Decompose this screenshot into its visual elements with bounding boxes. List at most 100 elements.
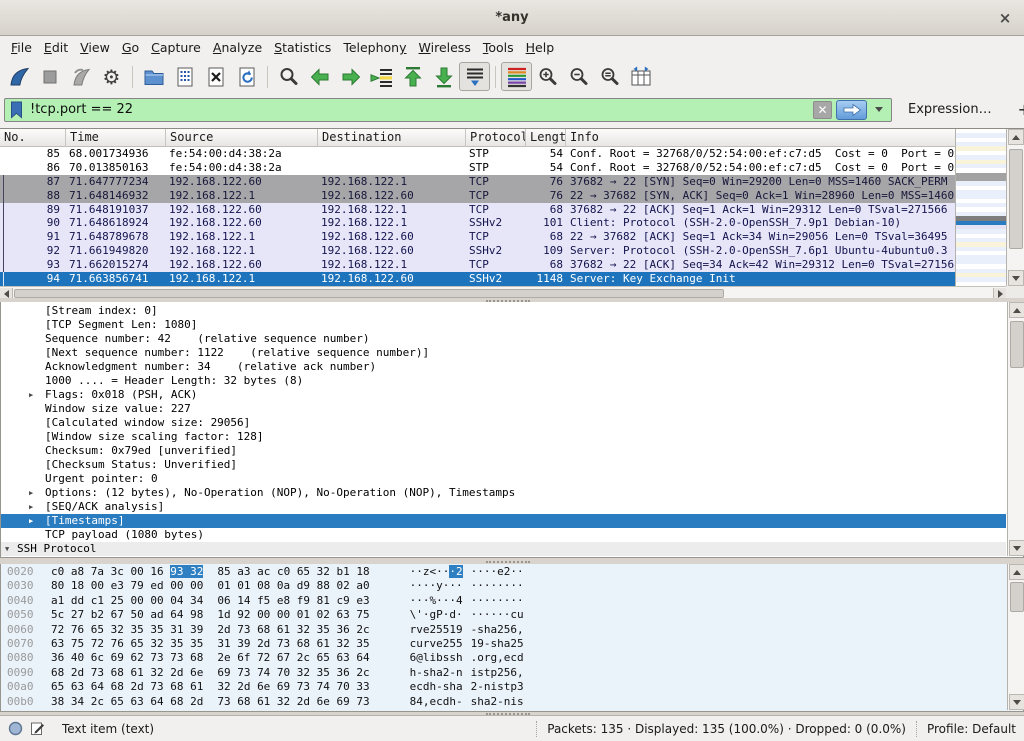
packet-list-vertical-scrollbar[interactable] (1006, 129, 1024, 286)
expander-closed-icon[interactable]: ▶ (29, 388, 33, 402)
column-header-time[interactable]: Time (66, 129, 166, 146)
packet-row[interactable]: 8568.001734936fe:54:00:d4:38:2aSTP54Conf… (0, 147, 955, 161)
add-filter-button[interactable]: + (1018, 100, 1024, 119)
hex-row[interactable]: 00a065 63 64 68 2d 73 68 6132 2d 6e 69 7… (1, 680, 1006, 694)
detail-line[interactable]: [Calculated window size: 29056] (1, 416, 1006, 430)
profile-label[interactable]: Profile: Default (927, 722, 1016, 736)
detail-line[interactable]: Sequence number: 42 (relative sequence n… (1, 332, 1006, 346)
hex-row[interactable]: 0020c0 a8 7a 3c 00 16 93 3285 a3 ac c0 6… (1, 565, 1006, 579)
details-vertical-scrollbar[interactable] (1007, 302, 1024, 556)
detail-line[interactable]: Urgent pointer: 0 (1, 472, 1006, 486)
hex-row[interactable]: 003080 18 00 e3 79 ed 00 0001 01 08 0a d… (1, 579, 1006, 593)
detail-line[interactable]: 1000 .... = Header Length: 32 bytes (8) (1, 374, 1006, 388)
stop-capture-button[interactable] (34, 62, 65, 91)
expander-closed-icon[interactable]: ▶ (19, 556, 23, 557)
column-header-info[interactable]: Info (566, 129, 955, 146)
detail-line[interactable]: [Stream index: 0] (1, 304, 1006, 318)
detail-line[interactable]: Acknowledgment number: 34 (relative ack … (1, 360, 1006, 374)
scrollbar-thumb[interactable] (1010, 321, 1024, 368)
expander-closed-icon[interactable]: ▶ (29, 500, 33, 514)
colorize-packets-button[interactable] (501, 62, 532, 91)
packet-row[interactable]: 8771.647777234192.168.122.60192.168.122.… (0, 175, 955, 189)
filter-history-dropdown[interactable] (875, 107, 883, 112)
filter-expression-text[interactable]: !tcp.port == 22 (30, 102, 813, 117)
reload-file-button[interactable] (231, 62, 262, 91)
column-header-length[interactable]: Length (526, 129, 566, 146)
hex-row[interactable]: 008036 40 6c 69 62 73 73 682e 6f 72 67 2… (1, 651, 1006, 665)
capture-comment-icon[interactable] (30, 721, 45, 736)
detail-line[interactable]: [Window size scaling factor: 128] (1, 430, 1006, 444)
expander-closed-icon[interactable]: ▶ (29, 486, 33, 500)
menu-statistics[interactable]: Statistics (268, 38, 337, 57)
resize-columns-button[interactable] (625, 62, 656, 91)
scroll-down-button[interactable] (1009, 540, 1024, 556)
auto-scroll-button[interactable] (459, 62, 490, 91)
go-back-button[interactable] (304, 62, 335, 91)
packet-row[interactable]: 9171.648789678192.168.122.1192.168.122.6… (0, 230, 955, 244)
detail-line[interactable]: ▶[Timestamps] (1, 514, 1006, 528)
find-packet-button[interactable] (273, 62, 304, 91)
hex-row[interactable]: 00505c 27 b2 67 50 ad 64 981d 92 00 00 0… (1, 608, 1006, 622)
packet-row[interactable]: 8670.013850163fe:54:00:d4:38:2aSTP54Conf… (0, 161, 955, 175)
detail-line[interactable]: ▼SSH Protocol (1, 542, 1006, 556)
close-file-button[interactable] (200, 62, 231, 91)
detail-line[interactable]: ▶Flags: 0x018 (PSH, ACK) (1, 388, 1006, 402)
save-file-button[interactable] (169, 62, 200, 91)
scroll-up-button[interactable] (1009, 564, 1024, 580)
close-window-button[interactable]: × (996, 9, 1014, 27)
zoom-out-button[interactable] (563, 62, 594, 91)
restart-capture-button[interactable] (65, 62, 96, 91)
open-file-button[interactable] (138, 62, 169, 91)
apply-filter-button[interactable] (836, 100, 867, 120)
packet-list-header[interactable]: No.TimeSourceDestinationProtocolLengthIn… (0, 129, 955, 147)
zoom-original-button[interactable] (594, 62, 625, 91)
pane-splitter[interactable] (0, 712, 1024, 715)
display-filter-input[interactable]: !tcp.port == 22 ✕ (4, 98, 892, 122)
menu-edit[interactable]: Edit (38, 38, 74, 57)
go-forward-button[interactable] (335, 62, 366, 91)
go-to-packet-button[interactable] (366, 62, 397, 91)
hex-row[interactable]: 009068 2d 73 68 61 32 2d 6e69 73 74 70 3… (1, 666, 1006, 680)
packet-row[interactable]: 9071.648618924192.168.122.60192.168.122.… (0, 216, 955, 230)
expander-closed-icon[interactable]: ▶ (29, 514, 33, 528)
column-header-source[interactable]: Source (166, 129, 318, 146)
scroll-up-button[interactable] (1009, 302, 1024, 318)
hex-row[interactable]: 00b038 34 2c 65 63 64 68 2d73 68 61 32 2… (1, 695, 1006, 709)
detail-line[interactable]: [TCP Segment Len: 1080] (1, 318, 1006, 332)
packet-row[interactable]: 9271.661949820192.168.122.1192.168.122.6… (0, 244, 955, 258)
menu-view[interactable]: View (74, 38, 116, 57)
bytes-vertical-scrollbar[interactable] (1007, 564, 1024, 710)
expert-info-icon[interactable] (8, 721, 23, 736)
menu-wireless[interactable]: Wireless (413, 38, 477, 57)
scrollbar-thumb[interactable] (14, 289, 724, 298)
hex-row[interactable]: 0040a1 dd c1 25 00 00 04 3406 14 f5 e8 f… (1, 594, 1006, 608)
detail-line[interactable]: [Checksum Status: Unverified] (1, 458, 1006, 472)
detail-line[interactable]: Checksum: 0x79ed [unverified] (1, 444, 1006, 458)
column-header-no[interactable]: No. (0, 129, 66, 146)
menu-telephony[interactable]: Telephony (337, 38, 412, 57)
packet-row[interactable]: 8871.648146932192.168.122.1192.168.122.6… (0, 189, 955, 203)
go-first-button[interactable] (397, 62, 428, 91)
packet-row[interactable]: 9471.663856741192.168.122.1192.168.122.6… (0, 272, 955, 286)
menu-file[interactable]: File (5, 38, 38, 57)
menu-go[interactable]: Go (116, 38, 145, 57)
scroll-up-button[interactable] (1008, 129, 1024, 145)
scrollbar-thumb[interactable] (1009, 149, 1023, 249)
detail-line[interactable]: [Next sequence number: 1122 (relative se… (1, 346, 1006, 360)
menu-help[interactable]: Help (520, 38, 561, 57)
expression-button[interactable]: Expression… (908, 102, 992, 117)
hex-row[interactable]: 007063 75 72 76 65 32 35 3531 39 2d 73 6… (1, 637, 1006, 651)
capture-options-button[interactable]: ⚙ (96, 62, 127, 91)
clear-filter-button[interactable]: ✕ (813, 101, 832, 119)
detail-line[interactable]: TCP payload (1080 bytes) (1, 528, 1006, 542)
menu-capture[interactable]: Capture (145, 38, 207, 57)
packet-list-minimap[interactable] (955, 129, 1006, 286)
packet-row[interactable]: 8971.648191037192.168.122.60192.168.122.… (0, 203, 955, 217)
zoom-in-button[interactable] (532, 62, 563, 91)
hex-dump[interactable]: 0020c0 a8 7a 3c 00 16 93 3285 a3 ac c0 6… (1, 565, 1006, 710)
filter-bookmark-icon[interactable] (9, 101, 24, 119)
detail-line[interactable]: ▶[SEQ/ACK analysis] (1, 500, 1006, 514)
detail-line[interactable]: ▶Options: (12 bytes), No-Operation (NOP)… (1, 486, 1006, 500)
scroll-down-button[interactable] (1009, 694, 1024, 710)
column-header-protocol[interactable]: Protocol (466, 129, 526, 146)
